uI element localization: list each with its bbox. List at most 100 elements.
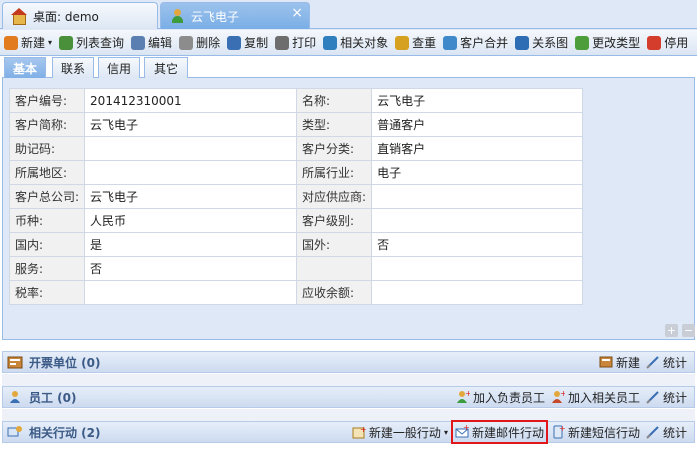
staff-stats-button[interactable]: 统计 <box>643 387 690 407</box>
field-label: 客户简称: <box>8 112 86 137</box>
field-value[interactable] <box>84 160 298 185</box>
tab-other[interactable]: 其它 <box>144 57 188 78</box>
add-related-staff-button[interactable]: + 加入相关员工 <box>548 387 643 407</box>
related-objects-icon <box>323 35 338 50</box>
change-type-icon <box>575 35 590 50</box>
section-divider <box>2 374 695 386</box>
tab-credit-label: 信用 <box>106 61 131 76</box>
toolbar-relation-graph-button[interactable]: 关系图 <box>511 32 571 54</box>
svg-text:+: + <box>559 425 565 433</box>
field-value[interactable] <box>371 184 584 209</box>
form-row: 助记码: 客户分类: 直销客户 <box>8 136 584 161</box>
toolbar-disable-button[interactable]: 停用 <box>643 32 691 54</box>
tab-basic[interactable]: 基本 <box>4 57 46 79</box>
toolbar-copy-button[interactable]: 复制 <box>223 32 271 54</box>
toolbar-label: 更改类型 <box>592 36 641 50</box>
field-value[interactable] <box>371 256 584 281</box>
new-email-action-label: 新建邮件行动 <box>471 425 544 440</box>
staff-stats-label: 统计 <box>662 390 687 405</box>
expand-icon[interactable]: + <box>665 324 678 337</box>
field-value[interactable]: 否 <box>371 232 584 257</box>
actions-stats-button[interactable]: 统计 <box>643 422 690 442</box>
staff-label: 员工 (0) <box>29 390 77 405</box>
field-value[interactable]: 电子 <box>371 160 584 185</box>
toolbar-merge-button[interactable]: 客户合并 <box>439 32 511 54</box>
field-value[interactable]: 201412310001 <box>84 88 298 113</box>
new-sms-action-button[interactable]: + 新建短信行动 <box>548 422 643 442</box>
close-icon[interactable]: × <box>291 5 303 21</box>
field-value[interactable]: 直销客户 <box>371 136 584 161</box>
field-value[interactable]: 人民币 <box>84 208 298 233</box>
add-owner-staff-button[interactable]: + 加入负责员工 <box>453 387 548 407</box>
staff-title[interactable]: 员工 (0) <box>7 389 77 406</box>
toolbar-label: 关系图 <box>532 36 569 50</box>
tab-customer[interactable]: 云飞电子 × <box>160 2 310 29</box>
delete-icon <box>179 35 194 50</box>
form-row: 所属地区: 所属行业: 电子 <box>8 160 584 185</box>
merge-icon <box>443 35 458 50</box>
field-value[interactable] <box>371 208 584 233</box>
invoice-stats-button[interactable]: 统计 <box>643 352 690 372</box>
toolbar-change-type-button[interactable]: 更改类型 <box>571 32 643 54</box>
svg-text:+: + <box>360 425 366 434</box>
field-value[interactable]: 云飞电子 <box>371 88 584 113</box>
dedupe-icon <box>395 35 410 50</box>
svg-text:+: + <box>465 390 470 398</box>
field-label: 类型: <box>296 112 373 137</box>
new-general-action-button[interactable]: + 新建一般行动 ▾ <box>349 422 451 442</box>
field-label: 客户分类: <box>296 136 373 161</box>
field-label: 对应供应商: <box>296 184 373 209</box>
tab-credit[interactable]: 信用 <box>98 57 140 78</box>
form-row: 税率: 应收余额: <box>8 280 584 305</box>
invoice-icon <box>7 356 23 369</box>
chevron-down-icon[interactable]: ▾ <box>48 38 52 47</box>
field-label <box>296 256 373 281</box>
field-value[interactable]: 普通客户 <box>371 112 584 137</box>
field-value[interactable] <box>84 280 298 305</box>
add-related-user-icon: + <box>551 390 565 403</box>
stats-icon <box>646 426 659 439</box>
toolbar-edit-button[interactable]: 编辑 <box>127 32 175 54</box>
invoice-units-title[interactable]: 开票单位 (0) <box>7 354 101 371</box>
copy-icon <box>227 35 242 50</box>
toolbar-delete-button[interactable]: 删除 <box>175 32 223 54</box>
invoice-stats-label: 统计 <box>662 355 687 370</box>
tab-desktop-label: 桌面: demo <box>33 9 99 24</box>
collapse-icon[interactable]: − <box>682 324 695 337</box>
field-value[interactable]: 是 <box>84 232 298 257</box>
toolbar-label: 列表查询 <box>76 36 125 50</box>
field-value[interactable]: 云飞电子 <box>84 184 298 209</box>
toolbar-label: 客户合并 <box>460 36 509 50</box>
related-actions-title[interactable]: 相关行动 (2) <box>7 424 101 441</box>
form-row: 币种: 人民币 客户级别: <box>8 208 584 233</box>
toolbar-print-button[interactable]: 打印 <box>271 32 319 54</box>
toolbar-dedupe-button[interactable]: 查重 <box>391 32 439 54</box>
form-row: 国内: 是国外: 否 <box>8 232 584 257</box>
staff-icon <box>10 391 20 403</box>
tab-desktop[interactable]: 桌面: demo <box>2 2 158 29</box>
new-general-action-label: 新建一般行动 <box>368 425 441 440</box>
invoice-new-label: 新建 <box>615 355 640 370</box>
add-owner-staff-label: 加入负责员工 <box>472 390 545 405</box>
svg-text:+: + <box>560 390 565 398</box>
toolbar-related-objects-button[interactable]: 相关对象 <box>319 32 391 54</box>
field-label: 所属行业: <box>296 160 373 185</box>
invoice-units-label: 开票单位 (0) <box>29 355 101 370</box>
disable-icon <box>647 35 662 50</box>
field-value[interactable]: 云飞电子 <box>84 112 298 137</box>
new-sms-action-label: 新建短信行动 <box>567 425 640 440</box>
field-label: 助记码: <box>8 136 86 161</box>
invoice-new-button[interactable]: 新建 <box>596 352 643 372</box>
print-icon <box>275 35 290 50</box>
tab-contact[interactable]: 联系 <box>52 57 94 78</box>
toolbar-label: 打印 <box>292 36 317 50</box>
related-actions-section: 相关行动 (2) + 新建一般行动 ▾ + 新建邮件行动 + 新建短信行动 统计 <box>2 420 695 444</box>
new-email-action-button[interactable]: + 新建邮件行动 <box>450 420 548 444</box>
new-icon <box>4 35 18 50</box>
field-value[interactable]: 否 <box>84 256 298 281</box>
toolbar-new-button[interactable]: 新建 ▾ <box>0 32 55 54</box>
toolbar-list-query-button[interactable]: 列表查询 <box>55 32 127 54</box>
chevron-down-icon[interactable]: ▾ <box>444 428 448 437</box>
field-value[interactable] <box>371 280 584 305</box>
field-value[interactable] <box>84 136 298 161</box>
